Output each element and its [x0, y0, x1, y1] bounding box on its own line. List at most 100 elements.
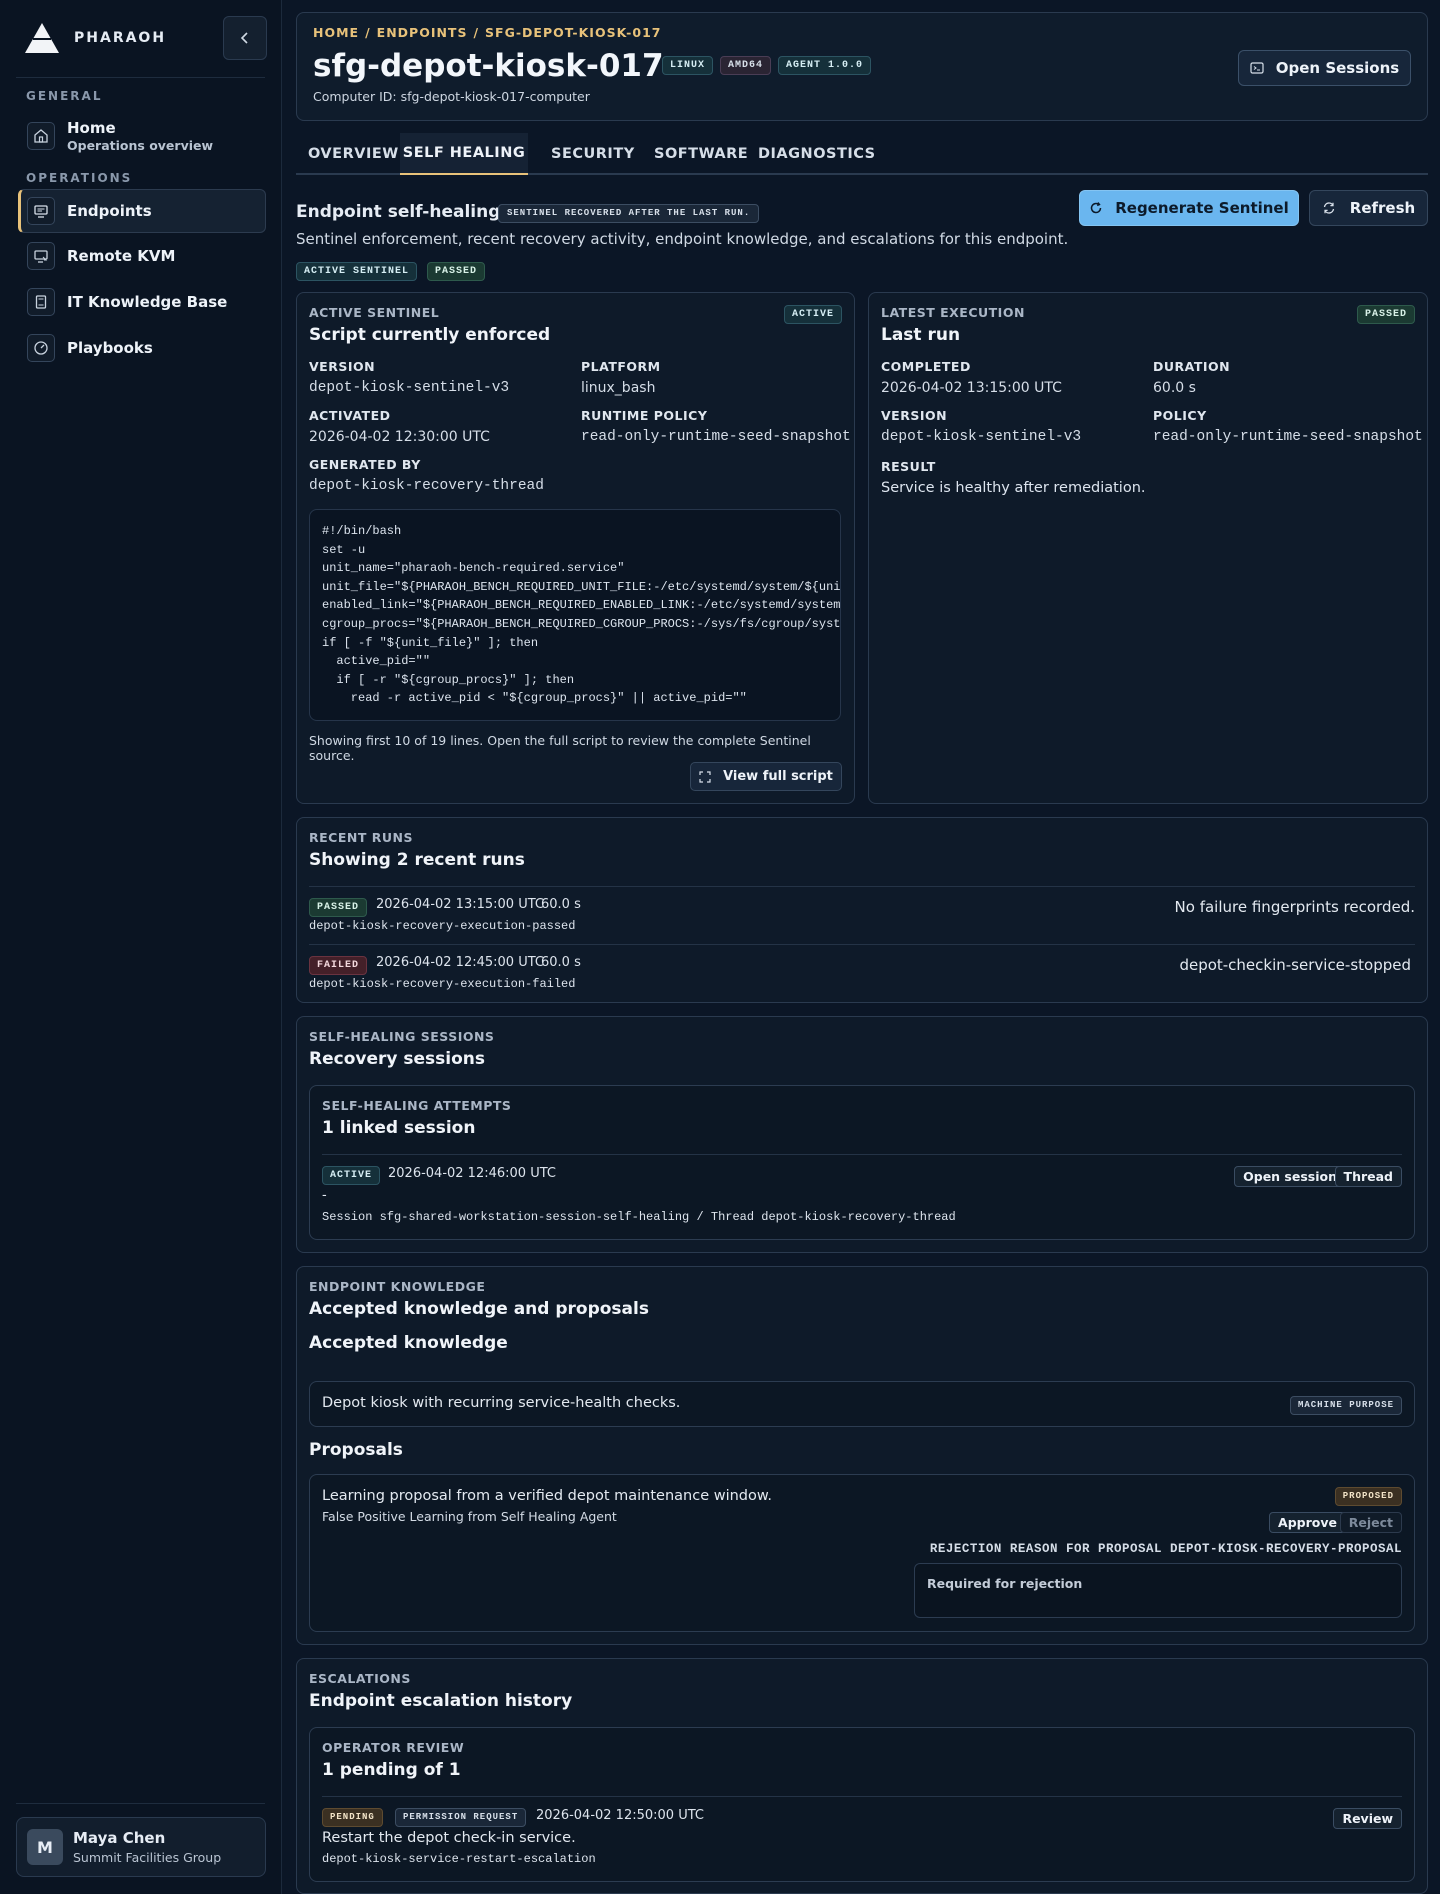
computer-id: Computer ID: sfg-depot-kiosk-017-compute…: [313, 89, 590, 104]
tab-security[interactable]: SECURITY: [551, 133, 643, 175]
tab-label: DIAGNOSTICS: [758, 146, 876, 162]
os-tag: LINUX: [662, 56, 714, 75]
code-line: read -r active_pid < "${cgroup_procs}" |…: [322, 691, 747, 706]
latest-execution-card: LATEST EXECUTION Last run PASSED COMPLET…: [868, 292, 1428, 804]
card-title: 1 linked session: [322, 1118, 476, 1138]
review-button[interactable]: Review: [1333, 1808, 1402, 1829]
tab-label: SOFTWARE: [654, 146, 749, 162]
divider: [322, 1154, 1402, 1155]
tab-label: SELF HEALING: [402, 145, 526, 161]
operations-heading: OPERATIONS: [26, 171, 133, 185]
sidebar-item-label: Home: [67, 119, 116, 137]
completed-value: 2026-04-02 13:15:00 UTC: [881, 380, 1062, 396]
refresh-button[interactable]: Refresh: [1309, 190, 1428, 226]
avatar: M: [27, 1829, 63, 1865]
section-title: Endpoint self-healing: [296, 202, 501, 222]
brand[interactable]: PHARAOH: [24, 22, 166, 54]
run-detail: depot-checkin-service-stopped: [1179, 956, 1411, 974]
home-icon: [27, 122, 55, 150]
run-status-badge: PASSED: [309, 898, 368, 917]
script-preview[interactable]: #!/bin/bash set -u unit_name="pharaoh-be…: [309, 509, 841, 721]
run-row[interactable]: FAILED 2026-04-02 12:45:00 UTC 60.0 s de…: [309, 955, 1415, 1003]
sidebar-item-endpoints[interactable]: Endpoints: [18, 189, 266, 233]
version-value: depot-kiosk-sentinel-v3: [881, 429, 1082, 445]
card-label: ESCALATIONS: [309, 1671, 411, 1686]
main-content: HOME / ENDPOINTS / SFG-DEPOT-KIOSK-017 sfg-d…: [296, 12, 1428, 1894]
arch-tag: AMD64: [720, 56, 772, 75]
endpoint-header: HOME / ENDPOINTS / SFG-DEPOT-KIOSK-017 sfg-d…: [296, 12, 1428, 121]
sidebar-item-label: Endpoints: [67, 202, 152, 220]
escalation-time: 2026-04-02 12:50:00 UTC: [536, 1808, 704, 1823]
open-sessions-label: Open Sessions: [1275, 59, 1400, 77]
sidebar-divider: [16, 77, 265, 78]
sidebar-item-playbooks[interactable]: Playbooks: [18, 326, 266, 370]
breadcrumb-endpoints[interactable]: ENDPOINTS: [377, 25, 468, 40]
run-duration: 60.0 s: [541, 897, 581, 912]
operator-review-panel: OPERATOR REVIEW 1 pending of 1 PENDING P…: [309, 1727, 1415, 1882]
tab-diagnostics[interactable]: DIAGNOSTICS: [758, 133, 875, 175]
tab-overview[interactable]: OVERVIEW: [308, 133, 400, 175]
tab-self-healing[interactable]: SELF HEALING: [400, 133, 528, 175]
script-note: Showing first 10 of 19 lines. Open the f…: [309, 733, 811, 763]
view-full-script-label: View full script: [723, 769, 833, 784]
runtime-policy-label: RUNTIME POLICY: [581, 408, 708, 423]
proposal-item: Learning proposal from a verified depot …: [309, 1474, 1415, 1632]
run-row[interactable]: PASSED 2026-04-02 13:15:00 UTC 60.0 s de…: [309, 897, 1415, 945]
thread-button[interactable]: Thread: [1334, 1166, 1402, 1187]
sidebar-item-home[interactable]: Home Operations overview: [18, 114, 266, 158]
tab-software[interactable]: SOFTWARE: [654, 133, 749, 175]
self-healing-sessions-card: SELF-HEALING SESSIONS Recovery sessions …: [296, 1016, 1428, 1253]
run-status-badge: FAILED: [309, 956, 368, 975]
code-line: enabled_link="${PHARAOH_BENCH_REQUIRED_E…: [322, 598, 841, 613]
sidebar-item-label: Remote KVM: [67, 247, 176, 265]
version-label: VERSION: [309, 359, 376, 374]
activated-value: 2026-04-02 12:30:00 UTC: [309, 429, 490, 445]
sidebar-item-remote-kvm[interactable]: Remote KVM: [18, 234, 266, 278]
run-time: 2026-04-02 12:45:00 UTC: [376, 955, 544, 970]
view-full-script-button[interactable]: View full script: [690, 762, 842, 791]
session-detail: Session sfg-shared-workstation-session-s…: [322, 1210, 956, 1224]
endpoint-tabs: OVERVIEW SELF HEALING SECURITY SOFTWARE …: [296, 133, 1428, 175]
session-status-badge: ACTIVE: [322, 1166, 381, 1185]
accepted-knowledge-heading: Accepted knowledge: [309, 1333, 508, 1353]
approve-button[interactable]: Approve: [1269, 1512, 1346, 1533]
platform-value: linux_bash: [581, 380, 656, 396]
open-session-button[interactable]: Open session: [1234, 1166, 1346, 1187]
reject-button[interactable]: Reject: [1339, 1512, 1402, 1533]
user-name: Maya Chen: [73, 1829, 166, 1847]
code-line: if [ -r "${cgroup_procs}" ]; then: [322, 672, 575, 687]
section-description: Sentinel enforcement, recent recovery ac…: [296, 230, 1069, 248]
rejection-reason-input[interactable]: Required for rejection: [914, 1563, 1402, 1618]
policy-label: POLICY: [1153, 408, 1207, 423]
run-duration: 60.0 s: [541, 955, 581, 970]
escalation-text: Restart the depot check-in service.: [322, 1830, 576, 1846]
version-label: VERSION: [881, 408, 948, 423]
card-title: Last run: [881, 325, 961, 345]
card-label: ENDPOINT KNOWLEDGE: [309, 1279, 486, 1294]
card-title: Recovery sessions: [309, 1049, 485, 1069]
code-line: #!/bin/bash: [322, 524, 402, 538]
accepted-knowledge-item: Depot kiosk with recurring service-healt…: [309, 1381, 1415, 1427]
runtime-policy-value: read-only-runtime-seed-snapshot: [581, 429, 851, 445]
card-label: OPERATOR REVIEW: [322, 1740, 465, 1755]
policy-value: read-only-runtime-seed-snapshot: [1153, 429, 1423, 445]
divider: [322, 1796, 1402, 1797]
run-id: depot-kiosk-recovery-execution-failed: [309, 977, 576, 991]
open-sessions-button[interactable]: Open Sessions: [1238, 50, 1411, 86]
generated-by-label: GENERATED BY: [309, 457, 421, 472]
refresh-icon: [1090, 202, 1102, 214]
escalation-status-badge: PENDING: [322, 1808, 383, 1827]
status-badge: ACTIVE: [783, 305, 842, 324]
collapse-sidebar-button[interactable]: [223, 16, 267, 60]
breadcrumb-home[interactable]: HOME: [313, 25, 359, 40]
active-sentinel-chip: ACTIVE SENTINEL: [296, 262, 418, 281]
regenerate-sentinel-button[interactable]: Regenerate Sentinel: [1079, 190, 1299, 226]
result-value: Service is healthy after remediation.: [881, 480, 1146, 496]
sidebar-item-knowledge-base[interactable]: IT Knowledge Base: [18, 280, 266, 324]
run-detail: No failure fingerprints recorded.: [1174, 898, 1415, 916]
code-line: unit_name="pharaoh-bench-required.servic…: [322, 561, 625, 576]
regenerate-label: Regenerate Sentinel: [1115, 199, 1289, 217]
card-label: ACTIVE SENTINEL: [309, 305, 440, 320]
passed-chip: PASSED: [427, 262, 486, 281]
user-card[interactable]: M Maya Chen Summit Facilities Group: [16, 1817, 266, 1877]
